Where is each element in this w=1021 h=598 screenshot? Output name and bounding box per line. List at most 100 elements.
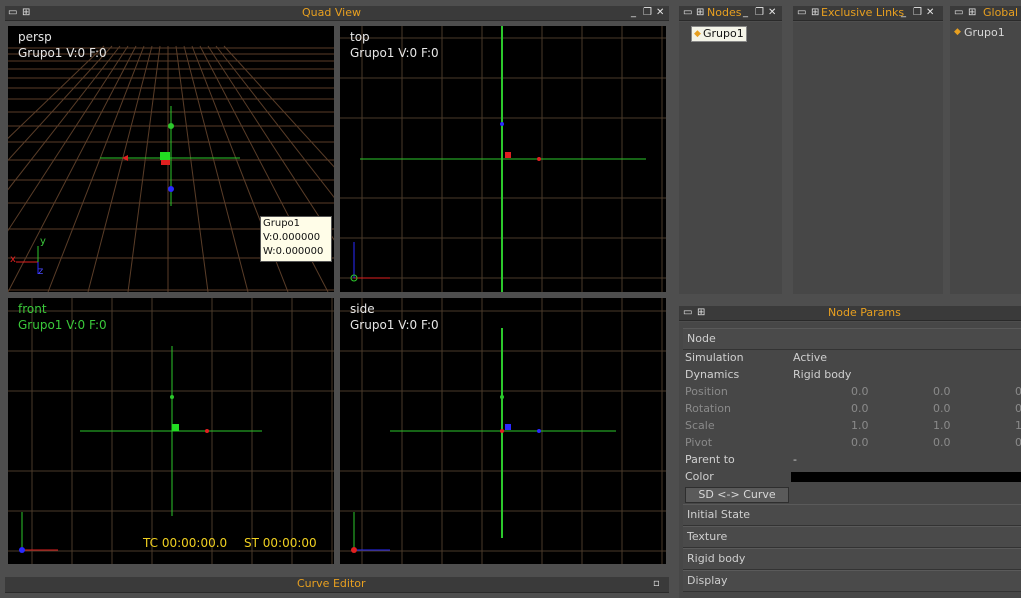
- simulation-value[interactable]: Active: [793, 351, 827, 364]
- rotation-z[interactable]: 0: [1015, 402, 1021, 415]
- restore-icon[interactable]: ❐: [913, 6, 922, 20]
- axis-label-x: x: [10, 254, 16, 265]
- scale-x[interactable]: 1.0: [851, 419, 869, 432]
- node-icon: ◆: [954, 27, 961, 37]
- close-icon[interactable]: ✕: [768, 6, 776, 20]
- exclusive-links-title: Exclusive Links: [821, 6, 905, 19]
- tooltip-line2: V:0.000000: [263, 232, 321, 243]
- section-rigid-body[interactable]: Rigid body: [683, 548, 1021, 570]
- viewport-side[interactable]: side Grupo1 V:0 F:0: [340, 298, 666, 564]
- window-icon[interactable]: ▭: [797, 6, 806, 20]
- scale-z[interactable]: 1: [1015, 419, 1021, 432]
- grid-icon[interactable]: ⊞: [811, 6, 819, 20]
- pivot-z[interactable]: 0: [1015, 436, 1021, 449]
- timecode-tc: TC 00:00:00.0: [143, 536, 228, 550]
- rotation-x[interactable]: 0.0: [851, 402, 869, 415]
- color-label: Color: [685, 470, 714, 483]
- axis-label-z: z: [38, 266, 44, 277]
- simulation-label: Simulation: [685, 351, 744, 364]
- nodes-panel-body: ◆ Grupo1: [679, 22, 782, 294]
- node-params-title: Node Params: [828, 306, 901, 319]
- rotation-label: Rotation: [685, 402, 732, 415]
- row-dynamics: Dynamics Rigid body: [683, 367, 1021, 384]
- quad-view-titlebar: ▭ ⊞ Quad View _ ❐ ✕: [5, 6, 669, 21]
- tooltip: Grupo1 V:0.000000 W:0.000000: [260, 216, 332, 262]
- position-z[interactable]: 0: [1015, 385, 1021, 398]
- quad-view-title: Quad View: [302, 6, 361, 19]
- restore-icon[interactable]: ❐: [643, 6, 652, 20]
- row-parent-to: Parent to -: [683, 452, 1021, 469]
- viewport-name-front: front: [18, 302, 47, 316]
- rotation-y[interactable]: 0.0: [933, 402, 951, 415]
- curve-editor-titlebar: Curve Editor ▫: [5, 577, 669, 593]
- row-scale: Scale 1.0 1.0 1: [683, 418, 1021, 435]
- position-y[interactable]: 0.0: [933, 385, 951, 398]
- window-icon[interactable]: ▭: [954, 6, 963, 20]
- section-texture[interactable]: Texture: [683, 526, 1021, 548]
- row-pivot: Pivot 0.0 0.0 0: [683, 435, 1021, 452]
- viewport-front[interactable]: front Grupo1 V:0 F:0 TC 00:00:00.0 ST 00…: [8, 298, 334, 564]
- position-x[interactable]: 0.0: [851, 385, 869, 398]
- parent-to-value[interactable]: -: [793, 453, 797, 466]
- rigid-body-label: Rigid body: [687, 552, 746, 565]
- viewport-info-top: Grupo1 V:0 F:0: [350, 46, 439, 60]
- color-swatch[interactable]: [791, 472, 1021, 482]
- viewport-name-top: top: [350, 30, 370, 44]
- pivot-x[interactable]: 0.0: [851, 436, 869, 449]
- grid-icon[interactable]: ⊞: [697, 306, 705, 320]
- row-rotation: Rotation 0.0 0.0 0: [683, 401, 1021, 418]
- viewport-persp[interactable]: persp Grupo1 V:0 F:0 y x z Grupo1 V:0.00…: [8, 26, 334, 292]
- axis-label-y: y: [40, 236, 46, 247]
- restore-icon[interactable]: ▫: [653, 577, 660, 591]
- pivot-label: Pivot: [685, 436, 713, 449]
- top-grid: [340, 26, 666, 292]
- minimize-icon[interactable]: _: [743, 6, 748, 20]
- sd-curve-button[interactable]: SD <-> Curve: [685, 487, 789, 503]
- nodes-title: Nodes: [707, 6, 742, 19]
- global-links-body: ◆ Grupo1: [950, 22, 1021, 294]
- window-icon[interactable]: ▭: [683, 306, 692, 320]
- viewport-name-side: side: [350, 302, 375, 316]
- tooltip-line3: W:0.000000: [263, 246, 324, 257]
- nodes-titlebar: ▭ ⊞ Nodes _ ❐ ✕: [679, 6, 782, 21]
- grid-icon[interactable]: ⊞: [696, 6, 704, 20]
- initial-state-label: Initial State: [687, 508, 751, 521]
- minimize-icon[interactable]: _: [631, 6, 636, 20]
- close-icon[interactable]: ✕: [926, 6, 934, 20]
- global-link-item[interactable]: Grupo1: [964, 26, 1005, 39]
- exclusive-links-titlebar: ▭ ⊞ Exclusive Links _ ❐ ✕: [793, 6, 943, 21]
- dynamics-value[interactable]: Rigid body: [793, 368, 851, 381]
- node-item[interactable]: ◆ Grupo1: [691, 26, 747, 42]
- parent-to-label: Parent to: [685, 453, 735, 466]
- window-icon[interactable]: ▭: [8, 6, 17, 20]
- window-icon[interactable]: ▭: [683, 6, 692, 20]
- row-position: Position 0.0 0.0 0: [683, 384, 1021, 401]
- global-links-title: Global L: [983, 6, 1021, 19]
- row-simulation: Simulation Active: [683, 350, 1021, 367]
- minimize-icon[interactable]: _: [901, 6, 906, 20]
- section-display[interactable]: Display: [683, 570, 1021, 592]
- texture-label: Texture: [687, 530, 728, 543]
- viewport-top[interactable]: top Grupo1 V:0 F:0: [340, 26, 666, 292]
- position-label: Position: [685, 385, 728, 398]
- close-icon[interactable]: ✕: [656, 6, 664, 20]
- node-icon: ◆: [694, 29, 701, 39]
- timecode-st: ST 00:00:00: [244, 536, 317, 550]
- row-color: Color: [683, 469, 1021, 486]
- viewport-info-side: Grupo1 V:0 F:0: [350, 318, 439, 332]
- viewport-info-persp: Grupo1 V:0 F:0: [18, 46, 107, 60]
- restore-icon[interactable]: ❐: [755, 6, 764, 20]
- grid-icon[interactable]: ⊞: [22, 6, 30, 20]
- display-label: Display: [687, 574, 728, 587]
- node-item-label: Grupo1: [703, 27, 744, 40]
- dynamics-label: Dynamics: [685, 368, 740, 381]
- section-initial-state[interactable]: Initial State: [683, 504, 1021, 526]
- pivot-y[interactable]: 0.0: [933, 436, 951, 449]
- viewport-info-front: Grupo1 V:0 F:0: [18, 318, 107, 332]
- curve-editor-title: Curve Editor: [297, 577, 366, 590]
- section-node[interactable]: Node: [683, 328, 1021, 350]
- node-params-titlebar: ▭ ⊞ Node Params: [679, 306, 1021, 321]
- scale-y[interactable]: 1.0: [933, 419, 951, 432]
- front-grid: [8, 298, 334, 564]
- grid-icon[interactable]: ⊞: [968, 6, 976, 20]
